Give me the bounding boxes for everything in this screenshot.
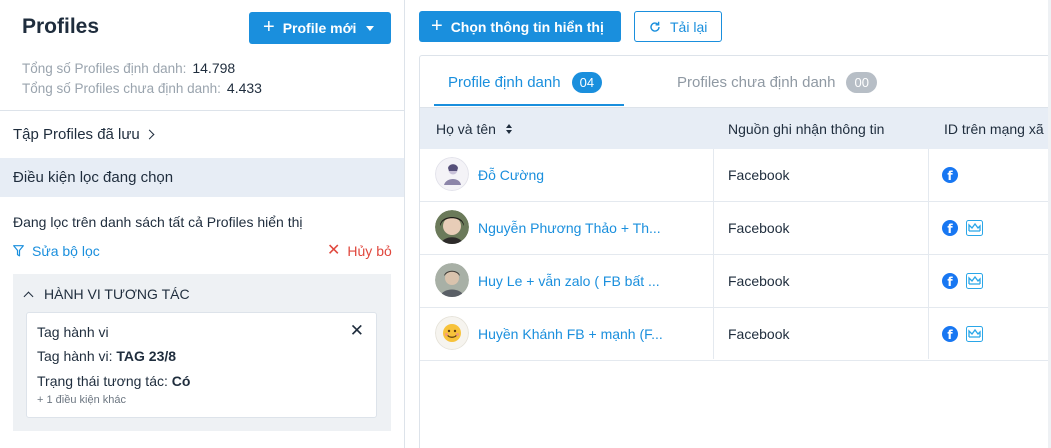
condition-status: Trạng thái tương tác: Có — [37, 373, 190, 389]
reload-button[interactable]: Tải lại — [634, 11, 722, 42]
stat-identified-label: Tổng số Profiles định danh: — [22, 61, 187, 76]
column-header-source: Nguồn ghi nhận thông tin — [728, 120, 885, 137]
plus-icon: + — [263, 16, 275, 38]
choose-display-fields-button[interactable]: + Chọn thông tin hiển thị — [419, 11, 621, 42]
column-header-name-label: Họ và tên — [436, 120, 496, 137]
condition-status-label: Trạng thái tương tác: — [37, 373, 168, 389]
behavior-interaction-group: HÀNH VI TƯƠNG TÁC Tag hành vi Tag hành v… — [13, 274, 391, 431]
facebook-icon[interactable]: f — [942, 326, 958, 342]
stat-unidentified-value: 4.433 — [226, 80, 262, 96]
avatar[interactable] — [435, 263, 469, 297]
avatar[interactable] — [435, 210, 469, 244]
profile-name-link[interactable]: Huy Le + vẫn zalo ( FB bất ... — [478, 255, 660, 307]
condition-type: Tag hành vi — [37, 324, 109, 340]
profile-name-link[interactable]: Đỗ Cường — [478, 149, 544, 201]
edit-filter-label: Sửa bộ lọc — [32, 243, 100, 259]
condition-status-value: Có — [171, 373, 191, 389]
avatar[interactable] — [435, 157, 469, 191]
saved-profile-sets-link[interactable]: Tập Profiles đã lưu — [13, 126, 155, 143]
profile-source: Facebook — [728, 273, 790, 289]
choose-display-fields-label: Chọn thông tin hiển thị — [450, 18, 604, 35]
facebook-icon[interactable]: f — [942, 220, 958, 236]
table-row: Nguyễn Phương Thảo + Th... Facebook f — [420, 202, 1051, 255]
profiles-main: + Chọn thông tin hiển thị Tải lại Profil… — [405, 0, 1051, 448]
close-icon: ✕ — [327, 242, 341, 259]
tab-identified-profiles[interactable]: Profile định danh 04 — [448, 70, 603, 94]
chevron-up-icon — [23, 291, 34, 301]
profiles-table-panel: Profile định danh 04 Profiles chưa định … — [419, 55, 1051, 448]
filter-description: Đang lọc trên danh sách tất cả Profiles … — [13, 214, 303, 230]
social-ids: f — [942, 308, 983, 360]
sort-icon[interactable] — [505, 123, 512, 134]
social-ids: f — [942, 149, 958, 201]
behavior-group-title: HÀNH VI TƯƠNG TÁC — [44, 286, 190, 302]
profile-source: Facebook — [728, 220, 790, 236]
profile-name-link[interactable]: Huyền Khánh FB + mạnh (F... — [478, 308, 663, 360]
new-profile-label: Profile mới — [282, 20, 357, 36]
column-header-social-id: ID trên mạng xã — [944, 120, 1044, 137]
current-conditions-header: Điều kiện lọc đang chọn — [0, 158, 404, 197]
divider — [0, 110, 404, 111]
active-tab-indicator — [434, 104, 624, 106]
tab-identified-count-badge: 04 — [571, 71, 603, 93]
reload-icon — [650, 21, 660, 32]
current-conditions-label: Điều kiện lọc đang chọn — [13, 169, 174, 186]
saved-profile-sets-label: Tập Profiles đã lưu — [13, 126, 140, 143]
table-row: Huyền Khánh FB + mạnh (F... Facebook f — [420, 308, 1051, 361]
profile-source: Facebook — [728, 167, 790, 183]
profile-source: Facebook — [728, 326, 790, 342]
table-row: Huy Le + vẫn zalo ( FB bất ... Facebook … — [420, 255, 1051, 308]
social-ids: f — [942, 255, 983, 307]
column-header-name[interactable]: Họ và tên — [436, 108, 512, 149]
condition-tag: Tag hành vi: TAG 23/8 — [37, 348, 176, 364]
stat-identified: Tổng số Profiles định danh: 14.798 — [22, 60, 235, 76]
new-profile-button[interactable]: + Profile mới — [249, 12, 391, 44]
condition-card: Tag hành vi Tag hành vi: TAG 23/8 Trạng … — [26, 312, 377, 418]
avatar[interactable] — [435, 316, 469, 350]
profile-name-link[interactable]: Nguyễn Phương Thảo + Th... — [478, 202, 661, 254]
tab-unidentified-count-badge: 00 — [846, 71, 877, 93]
facebook-icon[interactable]: f — [942, 273, 958, 289]
condition-tag-label: Tag hành vi: — [37, 348, 113, 364]
behavior-group-toggle[interactable]: HÀNH VI TƯƠNG TÁC — [23, 286, 190, 302]
stat-unidentified: Tổng số Profiles chưa định danh: 4.433 — [22, 80, 262, 96]
stat-unidentified-label: Tổng số Profiles chưa định danh: — [22, 81, 221, 96]
zalo-icon[interactable] — [966, 273, 983, 289]
social-ids: f — [942, 202, 983, 254]
plus-icon: + — [431, 14, 443, 37]
caret-down-icon[interactable] — [366, 25, 375, 31]
filter-icon — [13, 245, 24, 257]
more-conditions: + 1 điều kiện khác — [37, 394, 126, 406]
cancel-filter-label: Hủy bỏ — [347, 243, 392, 259]
profiles-sidebar: Profiles + Profile mới Tổng số Profiles … — [0, 0, 405, 448]
reload-label: Tải lại — [670, 18, 708, 35]
tab-unidentified-label: Profiles chưa định danh — [677, 73, 836, 91]
zalo-icon[interactable] — [966, 220, 983, 236]
page-title: Profiles — [22, 15, 100, 38]
close-icon[interactable]: ✕ — [350, 322, 364, 339]
stat-identified-value: 14.798 — [192, 60, 236, 76]
chevron-right-icon — [144, 129, 155, 140]
condition-tag-value: TAG 23/8 — [116, 348, 177, 364]
zalo-icon[interactable] — [966, 326, 983, 342]
edit-filter-button[interactable]: Sửa bộ lọc — [13, 243, 100, 259]
table-header: Họ và tên Nguồn ghi nhận thông tin ID tr… — [420, 108, 1051, 149]
tab-unidentified-profiles[interactable]: Profiles chưa định danh 00 — [677, 70, 877, 94]
facebook-icon[interactable]: f — [942, 167, 958, 183]
tab-identified-label: Profile định danh — [448, 73, 561, 91]
table-row: Đỗ Cường Facebook f — [420, 149, 1051, 202]
cancel-filter-button[interactable]: ✕ Hủy bỏ — [327, 242, 392, 260]
